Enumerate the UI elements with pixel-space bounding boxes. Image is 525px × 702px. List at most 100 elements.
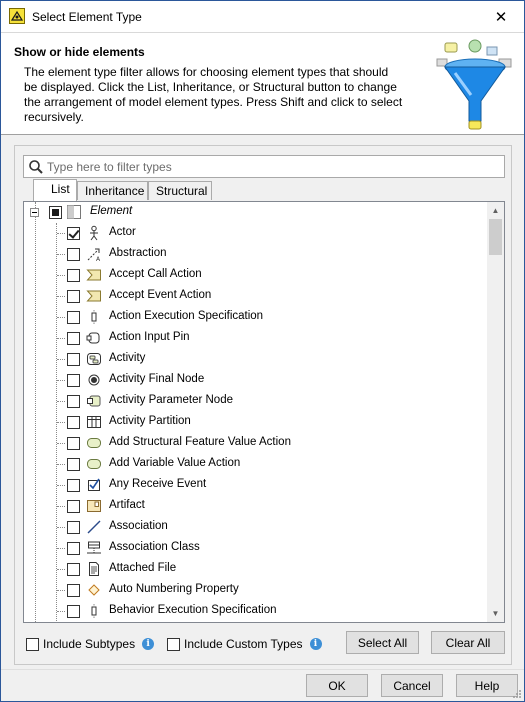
attached-file-checkbox[interactable] <box>67 563 80 576</box>
tree-label-action-execution-specification: Action Execution Specification <box>109 310 264 322</box>
tree-label-add-structural-feature-value-action: Add Structural Feature Value Action <box>109 436 291 448</box>
abstraction-checkbox[interactable] <box>67 248 80 261</box>
tree-row-element[interactable]: Element <box>24 202 484 223</box>
include-subtypes-checkbox[interactable] <box>26 637 39 651</box>
scroll-up-icon[interactable]: ▲ <box>487 202 504 219</box>
add-variable-value-action-checkbox[interactable] <box>67 458 80 471</box>
association-class-checkbox[interactable] <box>67 542 80 555</box>
tab-structural[interactable]: Structural <box>148 181 212 200</box>
close-button[interactable]: ✕ <box>478 1 524 32</box>
collapse-toggle[interactable] <box>30 208 39 217</box>
add-structural-feature-value-action-checkbox[interactable] <box>67 437 80 450</box>
tree-label-activity-final-node: Activity Final Node <box>109 373 205 385</box>
tree-line <box>57 527 65 528</box>
action-input-pin-checkbox[interactable] <box>67 332 80 345</box>
tree-row-activity-parameter-node[interactable]: Activity Parameter Node <box>24 391 484 412</box>
tree-label-abstraction: Abstraction <box>109 247 167 259</box>
filter-input[interactable] <box>47 158 497 175</box>
ok-button[interactable]: OK <box>306 674 368 697</box>
tree-row-add-structural-feature-value-action[interactable]: Add Structural Feature Value Action <box>24 433 484 454</box>
scroll-down-icon[interactable]: ▼ <box>487 605 504 622</box>
accept-call-action-checkbox[interactable] <box>67 269 80 282</box>
tree-label-behavior-execution-specification: Behavior Execution Specification <box>109 604 277 616</box>
activity-partition-checkbox[interactable] <box>67 416 80 429</box>
tree-row-accept-event-action[interactable]: Accept Event Action <box>24 286 484 307</box>
tree-label-activity-partition: Activity Partition <box>109 415 191 427</box>
accept-event-action-checkbox[interactable] <box>67 290 80 303</box>
behavior-execution-specification-icon <box>91 604 97 618</box>
include-subtypes-label: Include Subtypes <box>43 637 136 651</box>
element-type-tree[interactable]: Element Actor A Abstraction Accept Call Act… <box>23 201 505 623</box>
tree-row-any-receive-event[interactable]: Any Receive Event <box>24 475 484 496</box>
activity-final-node-checkbox[interactable] <box>67 374 80 387</box>
tree-row-artifact[interactable]: Artifact <box>24 496 484 517</box>
tree-line <box>57 275 65 276</box>
tree-row-activity-partition[interactable]: Activity Partition <box>24 412 484 433</box>
tree-row-association-class[interactable]: Association Class <box>24 538 484 559</box>
include-custom-types-label: Include Custom Types <box>184 637 303 651</box>
cancel-button[interactable]: Cancel <box>381 674 443 697</box>
tree-label-add-variable-value-action: Add Variable Value Action <box>109 457 241 469</box>
tree-label-accept-call-action: Accept Call Action <box>109 268 202 280</box>
tree-line <box>57 590 65 591</box>
tree-line <box>57 296 65 297</box>
tab-inheritance[interactable]: Inheritance <box>77 181 148 200</box>
tree-row-auto-numbering-property[interactable]: Auto Numbering Property <box>24 580 484 601</box>
any-receive-event-icon <box>88 478 100 491</box>
include-custom-types-checkbox[interactable] <box>167 637 180 651</box>
tree-line <box>57 548 65 549</box>
select-all-button[interactable]: Select All <box>346 631 419 654</box>
funnel-icon <box>436 39 512 130</box>
artifact-icon <box>87 500 101 512</box>
tree-line <box>57 338 65 339</box>
clear-all-button[interactable]: Clear All <box>431 631 505 654</box>
behavior-execution-specification-checkbox[interactable] <box>67 605 80 618</box>
tree-row-behavior-execution-specification[interactable]: Behavior Execution Specification <box>24 601 484 622</box>
header-title: Show or hide elements <box>14 45 145 59</box>
search-icon <box>29 160 43 174</box>
info-icon[interactable]: i <box>309 638 322 650</box>
action-execution-specification-checkbox[interactable] <box>67 311 80 324</box>
window-title: Select Element Type <box>32 10 142 24</box>
accept-event-action-icon <box>86 290 101 302</box>
tree-row-add-variable-value-action[interactable]: Add Variable Value Action <box>24 454 484 475</box>
vertical-scrollbar[interactable]: ▲ ▼ <box>487 202 504 622</box>
resize-grip-icon[interactable] <box>512 689 522 699</box>
abstraction-icon: A <box>87 248 101 262</box>
tree-line <box>57 254 65 255</box>
filter-box <box>23 155 505 178</box>
association-class-icon <box>87 541 101 554</box>
association-icon <box>87 520 101 534</box>
actor-checkbox[interactable] <box>67 227 80 240</box>
tree-label-artifact: Artifact <box>109 499 145 511</box>
tree-row-action-input-pin[interactable]: Action Input Pin <box>24 328 484 349</box>
any-receive-event-checkbox[interactable] <box>67 479 80 492</box>
tree-row-attached-file[interactable]: Attached File <box>24 559 484 580</box>
tree-row-activity[interactable]: Activity <box>24 349 484 370</box>
tree-label-auto-numbering-property: Auto Numbering Property <box>109 583 239 595</box>
activity-parameter-node-checkbox[interactable] <box>67 395 80 408</box>
association-checkbox[interactable] <box>67 521 80 534</box>
action-input-pin-icon <box>86 332 100 344</box>
artifact-checkbox[interactable] <box>67 500 80 513</box>
tree-row-activity-final-node[interactable]: Activity Final Node <box>24 370 484 391</box>
tree-row-action-execution-specification[interactable]: Action Execution Specification <box>24 307 484 328</box>
tree-row-accept-call-action[interactable]: Accept Call Action <box>24 265 484 286</box>
tree-row-association[interactable]: Association <box>24 517 484 538</box>
header-banner: Show or hide elements The element type f… <box>1 32 524 135</box>
tree-line <box>57 569 65 570</box>
action-execution-specification-icon <box>91 310 97 324</box>
include-custom-types-option[interactable]: Include Custom Types i <box>167 636 322 652</box>
auto-numbering-property-checkbox[interactable] <box>67 584 80 597</box>
tab-inheritance-label: Inheritance <box>85 184 145 198</box>
element-checkbox[interactable] <box>49 206 62 219</box>
tab-list[interactable]: List <box>33 179 77 201</box>
tree-row-abstraction[interactable]: A Abstraction <box>24 244 484 265</box>
help-button[interactable]: Help <box>456 674 518 697</box>
include-subtypes-option[interactable]: Include Subtypes i <box>26 636 155 652</box>
activity-checkbox[interactable] <box>67 353 80 366</box>
tree-label-accept-event-action: Accept Event Action <box>109 289 212 301</box>
tree-row-actor[interactable]: Actor <box>24 223 484 244</box>
info-icon[interactable]: i <box>142 638 155 650</box>
scroll-thumb[interactable] <box>489 219 502 255</box>
